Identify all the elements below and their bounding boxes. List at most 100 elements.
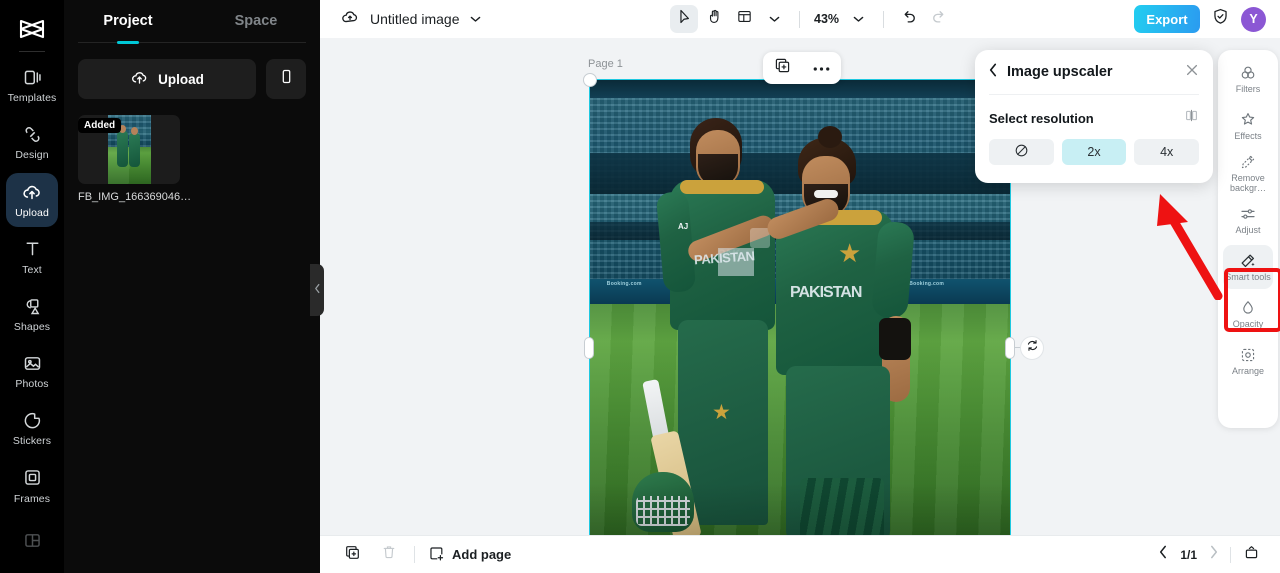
asset-list: Added FB_IMG_166369046… — [64, 99, 320, 203]
upload-cloud-icon — [130, 68, 149, 90]
delete-page-button[interactable] — [377, 543, 401, 567]
hand-pan-icon — [706, 8, 723, 30]
more-options-button[interactable] — [809, 55, 835, 81]
chevron-left-icon — [314, 281, 321, 299]
resolution-label: 2x — [1087, 145, 1101, 159]
back-button[interactable] — [989, 63, 998, 82]
panel-collapse-handle[interactable] — [310, 264, 324, 316]
trash-icon — [381, 544, 397, 565]
rotate-handle[interactable] — [1020, 336, 1044, 360]
add-page-button[interactable]: Add page — [428, 545, 511, 565]
layout-grid-icon — [22, 530, 43, 552]
sidebar-item-templates[interactable]: Templates — [6, 58, 58, 112]
sidebar-item-label: Shapes — [13, 321, 51, 334]
sidebar-item-text[interactable]: Text — [6, 230, 58, 284]
document-title-group[interactable]: Untitled image — [340, 7, 481, 32]
undo-button[interactable] — [895, 5, 923, 33]
templates-icon — [22, 66, 43, 88]
sidebar-item-upload[interactable]: Upload — [6, 172, 58, 227]
smart-tools-wand-icon — [1239, 252, 1257, 270]
more-options-icon — [813, 59, 830, 77]
duplicate-icon — [774, 57, 791, 79]
export-button[interactable]: Export — [1134, 5, 1200, 33]
canvas-image-element[interactable]: Booking.com Booking.com Booking.com PAK … — [590, 80, 1010, 535]
resolution-option-none[interactable] — [989, 139, 1054, 165]
tool-effects[interactable]: Effects — [1223, 104, 1273, 148]
resize-handle-right[interactable] — [1005, 337, 1015, 359]
tab-project[interactable]: Project — [64, 0, 192, 42]
sidebar-item-label: Stickers — [12, 435, 52, 448]
bottom-left-group: Add page — [340, 543, 511, 567]
asset-thumbnail[interactable]: Added — [78, 115, 180, 184]
undo-icon — [900, 8, 918, 31]
mobile-device-icon — [278, 68, 295, 90]
shield-check-icon[interactable] — [1211, 7, 1230, 31]
zoom-dropdown-caret[interactable] — [844, 5, 872, 33]
left-icon-rail: Templates Design Upload Text Shapes Phot… — [0, 0, 64, 573]
arrange-icon — [1239, 346, 1257, 364]
tool-label: Effects — [1234, 131, 1262, 141]
resize-handle-top-left[interactable] — [583, 73, 597, 87]
prev-page-button[interactable] — [1159, 545, 1168, 564]
tool-adjust[interactable]: Adjust — [1223, 198, 1273, 242]
upload-button[interactable]: Upload — [78, 59, 256, 99]
duplicate-element-button[interactable] — [770, 55, 796, 81]
design-icon — [22, 123, 43, 145]
chevron-down-icon — [769, 10, 780, 28]
top-toolbar: Untitled image 43% Export Y — [320, 0, 1280, 38]
redo-icon — [930, 8, 948, 31]
export-button-label: Export — [1146, 11, 1188, 27]
photos-icon — [22, 352, 43, 374]
sidebar-item-label: Design — [15, 149, 49, 162]
right-tool-rail: Filters Effects Remove backgr… Adjust Sm… — [1218, 50, 1280, 428]
tool-remove-background[interactable]: Remove backgr… — [1223, 151, 1273, 195]
resolution-option-4x[interactable]: 4x — [1134, 139, 1200, 165]
toolbar-divider — [799, 10, 800, 28]
frames-icon — [22, 467, 43, 489]
sidebar-item-shapes[interactable]: Shapes — [6, 287, 58, 341]
tool-label: Smart tools — [1225, 272, 1271, 282]
tab-space[interactable]: Space — [192, 0, 320, 42]
capcut-logo-icon[interactable] — [15, 16, 49, 41]
resolution-option-2x[interactable]: 2x — [1061, 139, 1127, 165]
board-text: Booking.com — [909, 280, 945, 287]
tool-smart-tools[interactable]: Smart tools — [1223, 245, 1273, 289]
tab-label: Space — [234, 13, 278, 29]
sidebar-item-layouts[interactable] — [6, 516, 58, 570]
zoom-level[interactable]: 43% — [811, 12, 842, 26]
avatar[interactable]: Y — [1241, 6, 1266, 32]
compare-split-icon[interactable] — [1184, 108, 1199, 128]
sidebar-item-stickers[interactable]: Stickers — [6, 401, 58, 455]
sidebar-item-design[interactable]: Design — [6, 115, 58, 169]
tool-opacity[interactable]: Opacity — [1223, 292, 1273, 336]
layout-dropdown-caret[interactable] — [760, 5, 788, 33]
chevron-down-icon — [853, 10, 864, 28]
cloud-sync-icon — [340, 7, 360, 32]
tool-filters[interactable]: Filters — [1223, 57, 1273, 101]
timeline-button[interactable] — [1243, 544, 1260, 566]
chevron-down-icon[interactable] — [470, 10, 481, 28]
bottom-divider — [1230, 546, 1231, 563]
close-button[interactable] — [1185, 63, 1199, 82]
document-title[interactable]: Untitled image — [370, 11, 460, 27]
filters-icon — [1239, 64, 1257, 82]
cursor-select-tool[interactable] — [670, 5, 698, 33]
duplicate-page-button[interactable] — [340, 543, 364, 567]
tool-arrange[interactable]: Arrange — [1223, 339, 1273, 383]
topbar-right-group: Export Y — [1134, 0, 1266, 38]
image-upscaler-panel: Image upscaler Select resolution 2x 4x — [975, 50, 1213, 183]
upload-from-device-button[interactable] — [266, 59, 306, 99]
add-page-icon — [428, 545, 445, 565]
redo-button[interactable] — [925, 5, 953, 33]
resize-handle-left[interactable] — [584, 337, 594, 359]
adjust-sliders-icon — [1239, 205, 1257, 223]
sidebar-item-photos[interactable]: Photos — [6, 344, 58, 398]
list-item[interactable]: Added FB_IMG_166369046… — [78, 115, 190, 203]
sidebar-item-frames[interactable]: Frames — [6, 459, 58, 513]
layout-panels-tool[interactable] — [730, 5, 758, 33]
hand-pan-tool[interactable] — [700, 5, 728, 33]
next-page-button[interactable] — [1209, 545, 1218, 564]
upscaler-subtitle-row: Select resolution — [975, 95, 1213, 128]
upload-button-label: Upload — [158, 71, 204, 87]
toolbar-divider — [883, 10, 885, 28]
